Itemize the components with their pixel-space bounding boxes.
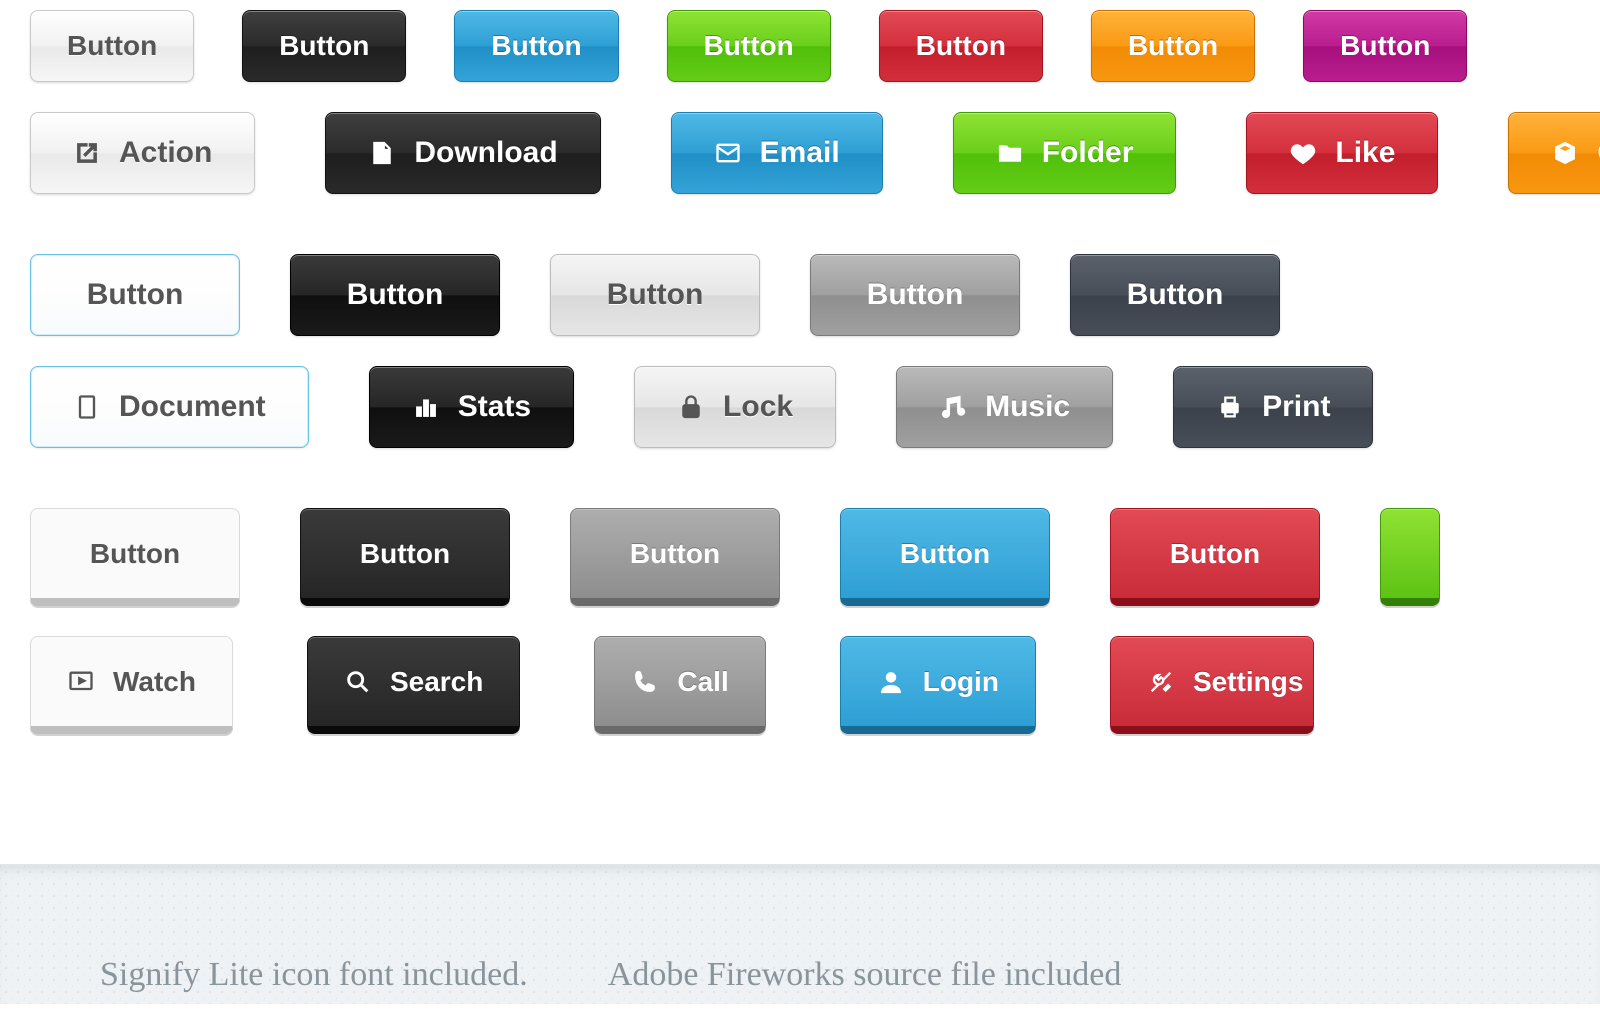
row-thick-colors: Button Button Button Button Button xyxy=(30,508,1570,606)
button-label: Watch xyxy=(113,666,196,698)
document-icon xyxy=(73,393,101,421)
login-button[interactable]: Login xyxy=(840,636,1036,734)
button-light-gray[interactable]: Button xyxy=(550,254,760,336)
button-label: Button xyxy=(607,278,704,312)
row-thick-icons: Watch Search Call Login Settings xyxy=(30,636,1570,734)
download-button[interactable]: Download xyxy=(325,112,600,194)
button-label: Button xyxy=(1340,30,1430,62)
external-link-icon xyxy=(73,139,101,167)
button-black-glossy[interactable]: Button xyxy=(290,254,500,336)
button-label: Button xyxy=(360,538,450,570)
button-label: Button xyxy=(1128,30,1218,62)
folder-icon xyxy=(996,139,1024,167)
button-magenta[interactable]: Button xyxy=(1303,10,1467,82)
button-green[interactable]: Button xyxy=(667,10,831,82)
button-label: Email xyxy=(760,136,840,170)
button-label: Button xyxy=(90,538,180,570)
email-button[interactable]: Email xyxy=(671,112,883,194)
mail-icon xyxy=(714,139,742,167)
button-thick-black[interactable]: Button xyxy=(300,508,510,606)
button-label: Button xyxy=(1170,538,1260,570)
print-button[interactable]: Print xyxy=(1173,366,1373,448)
button-label: Button xyxy=(87,278,184,312)
button-label: Download xyxy=(414,136,557,170)
row-basic-colors: Button Button Button Button Button Butto… xyxy=(30,10,1570,82)
bar-chart-icon xyxy=(412,393,440,421)
button-label: Button xyxy=(867,278,964,312)
button-label: Print xyxy=(1262,390,1330,424)
music-button[interactable]: Music xyxy=(896,366,1113,448)
button-gray[interactable]: Button xyxy=(810,254,1020,336)
button-label: Settings xyxy=(1193,666,1303,698)
button-red[interactable]: Button xyxy=(879,10,1043,82)
button-label: Search xyxy=(390,666,483,698)
heart-icon xyxy=(1289,139,1317,167)
button-label: Button xyxy=(900,538,990,570)
footer-text-right: Adobe Fireworks source file included xyxy=(608,956,1122,994)
like-button[interactable]: Like xyxy=(1246,112,1438,194)
button-slate[interactable]: Button xyxy=(1070,254,1280,336)
phone-icon xyxy=(631,668,659,696)
button-label: Folder xyxy=(1042,136,1134,170)
lock-icon xyxy=(677,393,705,421)
button-label: Action xyxy=(119,136,212,170)
user-icon xyxy=(877,668,905,696)
play-icon xyxy=(67,668,95,696)
button-label: Button xyxy=(916,30,1006,62)
button-showcase: Button Button Button Button Button Butto… xyxy=(0,0,1600,804)
button-orange[interactable]: Button xyxy=(1091,10,1255,82)
lock-button[interactable]: Lock xyxy=(634,366,836,448)
button-thick-gray[interactable]: Button xyxy=(570,508,780,606)
print-icon xyxy=(1216,393,1244,421)
button-label: Button xyxy=(1127,278,1224,312)
button-label: Music xyxy=(985,390,1070,424)
button-label: Button xyxy=(704,30,794,62)
button-label: Like xyxy=(1335,136,1395,170)
search-icon xyxy=(344,668,372,696)
button-label: Stats xyxy=(458,390,531,424)
tools-icon xyxy=(1147,668,1175,696)
button-label: Button xyxy=(491,30,581,62)
footer-text-left: Signify Lite icon font included. xyxy=(100,956,528,994)
button-label: Button xyxy=(67,30,157,62)
row-grayscale-icons: Document Stats Lock Music Print xyxy=(30,366,1570,448)
collection-button[interactable]: Collection xyxy=(1508,112,1600,194)
folder-button[interactable]: Folder xyxy=(953,112,1177,194)
button-label: Lock xyxy=(723,390,793,424)
music-icon xyxy=(939,393,967,421)
document-button[interactable]: Document xyxy=(30,366,309,448)
box-icon xyxy=(1551,139,1579,167)
button-thick-blue[interactable]: Button xyxy=(840,508,1050,606)
row-icon-colors: Action Download Email Folder Like Collec… xyxy=(30,112,1570,194)
button-thick-white[interactable]: Button xyxy=(30,508,240,606)
watch-button[interactable]: Watch xyxy=(30,636,233,734)
settings-button[interactable]: Settings xyxy=(1110,636,1314,734)
button-black[interactable]: Button xyxy=(242,10,406,82)
button-label: Button xyxy=(347,278,444,312)
button-white[interactable]: Button xyxy=(30,10,194,82)
button-blue[interactable]: Button xyxy=(454,10,618,82)
row-grayscale: Button Button Button Button Button xyxy=(30,254,1570,336)
button-label: Call xyxy=(677,666,728,698)
button-label: Button xyxy=(279,30,369,62)
action-button[interactable]: Action xyxy=(30,112,255,194)
file-icon xyxy=(368,139,396,167)
button-outline-white[interactable]: Button xyxy=(30,254,240,336)
call-button[interactable]: Call xyxy=(594,636,765,734)
footer-strip: Signify Lite icon font included. Adobe F… xyxy=(0,864,1600,1004)
button-label: Login xyxy=(923,666,999,698)
button-label: Button xyxy=(630,538,720,570)
stats-button[interactable]: Stats xyxy=(369,366,574,448)
search-button[interactable]: Search xyxy=(307,636,520,734)
button-thick-green[interactable] xyxy=(1380,508,1440,606)
button-thick-red[interactable]: Button xyxy=(1110,508,1320,606)
button-label: Document xyxy=(119,390,266,424)
